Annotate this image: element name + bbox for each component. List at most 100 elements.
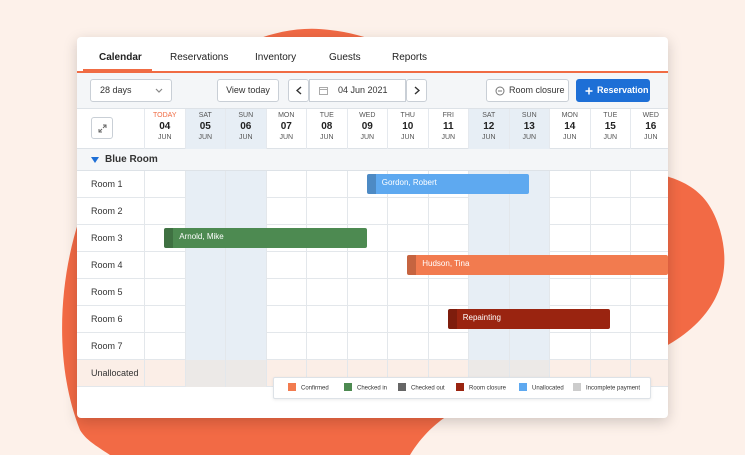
booking-bar[interactable]: Gordon, Robert (366, 174, 529, 194)
drag-handle[interactable] (407, 255, 417, 275)
calendar-cell[interactable] (184, 306, 225, 333)
calendar-cell[interactable] (265, 306, 307, 333)
calendar-cell[interactable] (144, 279, 185, 306)
calendar-cell[interactable] (427, 333, 469, 360)
tab-inventory[interactable]: Inventory (255, 52, 296, 63)
date-column[interactable]: TODAY 04 JUN (144, 109, 185, 149)
calendar-cell[interactable] (184, 171, 225, 198)
calendar-cell[interactable] (184, 198, 225, 225)
calendar-cell[interactable] (225, 279, 266, 306)
calendar-cell[interactable] (427, 225, 469, 252)
calendar-cell[interactable] (225, 171, 266, 198)
calendar-cell[interactable] (346, 279, 388, 306)
prev-date-button[interactable] (288, 79, 309, 102)
calendar-cell[interactable] (589, 225, 631, 252)
calendar-cell[interactable] (630, 198, 668, 225)
tab-reports[interactable]: Reports (392, 52, 427, 63)
calendar-cell[interactable] (549, 198, 590, 225)
calendar-cell[interactable] (265, 252, 307, 279)
date-column[interactable]: SAT 12 JUN (468, 109, 509, 149)
tab-guests[interactable]: Guests (329, 52, 361, 63)
calendar-cell[interactable] (549, 279, 590, 306)
calendar-cell[interactable] (184, 333, 225, 360)
date-picker[interactable]: 04 Jun 2021 (309, 79, 406, 102)
tab-calendar[interactable]: Calendar (99, 52, 142, 63)
calendar-cell[interactable] (387, 279, 428, 306)
date-column[interactable]: SUN 06 JUN (225, 109, 266, 149)
calendar-cell[interactable] (225, 198, 266, 225)
calendar-cell[interactable] (144, 333, 185, 360)
calendar-cell[interactable] (306, 171, 347, 198)
calendar-cell[interactable] (265, 198, 307, 225)
calendar-cell[interactable] (184, 279, 225, 306)
calendar-cell[interactable] (589, 171, 631, 198)
calendar-cell[interactable] (306, 252, 347, 279)
calendar-cell[interactable] (630, 333, 668, 360)
calendar-cell[interactable] (589, 333, 631, 360)
date-column[interactable]: MON 14 JUN (549, 109, 590, 149)
date-column[interactable]: WED 09 JUN (346, 109, 388, 149)
calendar-cell[interactable] (468, 225, 509, 252)
calendar-cell[interactable] (549, 225, 590, 252)
calendar-cell[interactable] (306, 279, 347, 306)
drag-handle[interactable] (164, 228, 174, 248)
booking-bar[interactable]: Hudson, Tina (407, 255, 668, 275)
calendar-cell[interactable] (144, 171, 185, 198)
calendar-cell[interactable] (630, 171, 668, 198)
expand-button[interactable] (91, 117, 113, 139)
calendar-cell[interactable] (427, 279, 469, 306)
date-column[interactable]: SUN 13 JUN (508, 109, 549, 149)
calendar-cell[interactable] (265, 171, 307, 198)
calendar-cell[interactable] (144, 360, 185, 387)
drag-handle[interactable] (447, 309, 457, 329)
date-column[interactable]: THU 10 JUN (387, 109, 428, 149)
calendar-cell[interactable] (549, 333, 590, 360)
calendar-cell[interactable] (144, 198, 185, 225)
room-type-header[interactable]: Blue Room (77, 149, 668, 171)
calendar-cell[interactable] (508, 279, 549, 306)
calendar-cell[interactable] (225, 306, 266, 333)
calendar-cell[interactable] (508, 225, 549, 252)
add-reservation-button[interactable]: Reservation (576, 79, 650, 102)
calendar-cell[interactable] (589, 198, 631, 225)
calendar-cell[interactable] (468, 333, 509, 360)
calendar-cell[interactable] (184, 360, 225, 387)
room-closure-button[interactable]: Room closure (486, 79, 569, 102)
calendar-cell[interactable] (468, 279, 509, 306)
calendar-cell[interactable] (589, 279, 631, 306)
calendar-cell[interactable] (225, 360, 266, 387)
calendar-cell[interactable] (346, 306, 388, 333)
next-date-button[interactable] (406, 79, 427, 102)
calendar-cell[interactable] (387, 333, 428, 360)
calendar-cell[interactable] (468, 198, 509, 225)
calendar-cell[interactable] (265, 279, 307, 306)
calendar-cell[interactable] (306, 198, 347, 225)
calendar-cell[interactable] (144, 252, 185, 279)
date-column[interactable]: MON 07 JUN (265, 109, 307, 149)
calendar-cell[interactable] (346, 333, 388, 360)
calendar-cell[interactable] (225, 252, 266, 279)
date-column[interactable]: SAT 05 JUN (184, 109, 225, 149)
date-column[interactable]: FRI 11 JUN (427, 109, 469, 149)
view-today-button[interactable]: View today (217, 79, 279, 102)
booking-bar[interactable]: Arnold, Mike (164, 228, 367, 248)
tab-reservations[interactable]: Reservations (170, 52, 228, 63)
range-select[interactable]: 28 days (90, 79, 172, 102)
calendar-cell[interactable] (387, 225, 428, 252)
date-column[interactable]: TUE 08 JUN (306, 109, 347, 149)
calendar-cell[interactable] (630, 306, 668, 333)
calendar-cell[interactable] (387, 306, 428, 333)
calendar-cell[interactable] (630, 225, 668, 252)
calendar-cell[interactable] (346, 252, 388, 279)
calendar-cell[interactable] (346, 198, 388, 225)
calendar-cell[interactable] (306, 306, 347, 333)
calendar-cell[interactable] (184, 252, 225, 279)
date-column[interactable]: TUE 15 JUN (589, 109, 631, 149)
calendar-cell[interactable] (306, 333, 347, 360)
calendar-cell[interactable] (508, 198, 549, 225)
calendar-cell[interactable] (265, 333, 307, 360)
calendar-cell[interactable] (427, 198, 469, 225)
calendar-cell[interactable] (549, 171, 590, 198)
booking-bar[interactable]: Repainting (447, 309, 610, 329)
calendar-cell[interactable] (225, 333, 266, 360)
